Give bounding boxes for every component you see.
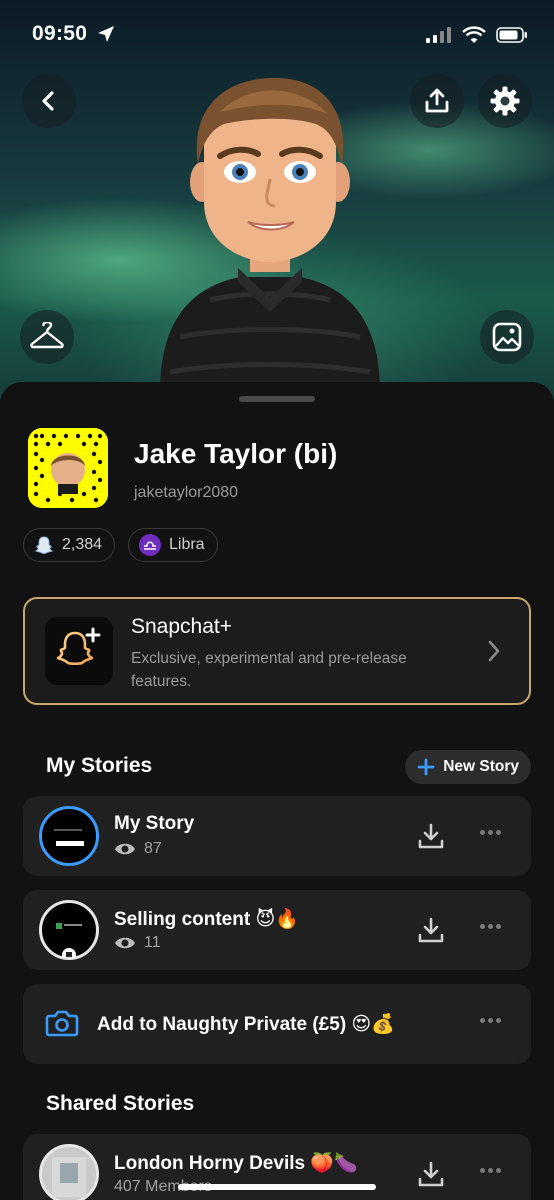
more-options-icon[interactable] <box>480 830 501 835</box>
battery-icon <box>496 27 527 43</box>
story-row-selling-content[interactable]: Selling content 😈🔥 11 <box>23 890 531 970</box>
ghost-icon <box>34 536 54 554</box>
location-arrow-icon <box>98 26 114 42</box>
share-button[interactable] <box>410 74 464 128</box>
shared-story-row[interactable]: London Horny Devils 🍑🍆 407 Members <box>23 1134 531 1200</box>
story-title: My Story <box>114 813 195 834</box>
shared-story-title: London Horny Devils 🍑🍆 <box>114 1153 358 1174</box>
add-private-story-row[interactable]: Add to Naughty Private (£5) 😍💰 <box>23 984 531 1064</box>
snapchat-plus-subtitle: Exclusive, experimental and pre-release … <box>131 650 407 690</box>
more-options-icon[interactable] <box>480 924 501 929</box>
camera-icon <box>45 1010 79 1037</box>
gear-icon <box>490 86 520 116</box>
story-thumbnail-image <box>54 829 84 846</box>
zodiac-pill[interactable]: Libra <box>128 528 218 562</box>
cellular-signal-icon <box>426 27 451 43</box>
eye-icon <box>115 937 135 949</box>
story-view-count: 11 <box>144 934 161 951</box>
profile-sheet: Jake Taylor (bi) jaketaylor2080 2,384 Li… <box>0 382 554 1200</box>
more-options-icon[interactable] <box>480 1018 501 1023</box>
add-private-label: Add to Naughty Private (£5) 😍💰 <box>97 1014 395 1035</box>
bitmoji-avatar <box>160 77 380 392</box>
upload-icon <box>425 88 449 113</box>
story-view-count: 87 <box>144 840 162 857</box>
zodiac-label: Libra <box>169 536 205 553</box>
download-icon[interactable] <box>417 916 445 944</box>
snapchat-plus-logo <box>45 617 113 685</box>
back-button[interactable] <box>22 74 76 128</box>
snapcode-pattern <box>28 428 108 508</box>
download-icon[interactable] <box>417 822 445 850</box>
new-story-button[interactable]: New Story <box>405 750 531 784</box>
shared-story-thumbnail-image <box>52 1157 86 1197</box>
wifi-icon <box>462 26 486 43</box>
more-options-icon[interactable] <box>480 1168 501 1173</box>
snapchat-plus-card[interactable]: Snapchat+ Exclusive, experimental and pr… <box>23 597 531 705</box>
username[interactable]: jaketaylor2080 <box>134 484 238 502</box>
story-thumbnail-image <box>56 923 82 962</box>
story-views: 11 <box>114 934 161 952</box>
outfit-button[interactable] <box>20 310 74 364</box>
status-time: 09:50 <box>32 22 88 45</box>
snap-score: 2,384 <box>62 536 103 553</box>
status-bar: 09:50 <box>0 18 554 52</box>
snapchat-plus-title: Snapchat+ <box>131 615 233 638</box>
ghost-plus-icon <box>56 627 101 666</box>
story-title: Selling content 😈🔥 <box>114 909 299 930</box>
new-story-label: New Story <box>443 758 519 775</box>
download-icon[interactable] <box>417 1160 445 1188</box>
chevron-left-icon <box>42 91 54 111</box>
image-icon <box>492 322 522 352</box>
background-button[interactable] <box>480 310 534 364</box>
shared-stories-heading: Shared Stories <box>46 1092 195 1115</box>
hanger-icon <box>30 322 64 349</box>
profile-header: 09:50 <box>0 0 554 400</box>
story-views: 87 <box>114 840 162 858</box>
snapcode[interactable] <box>28 428 108 508</box>
display-name: Jake Taylor (bi) <box>134 438 338 469</box>
story-thumbnail[interactable] <box>39 806 99 866</box>
snap-score-pill[interactable]: 2,384 <box>23 528 116 562</box>
story-row-my-story[interactable]: My Story 87 <box>23 796 531 876</box>
libra-icon <box>139 534 161 556</box>
settings-button[interactable] <box>478 74 532 128</box>
sheet-grabber[interactable] <box>239 396 315 402</box>
chevron-right-icon <box>488 640 500 662</box>
story-thumbnail[interactable] <box>39 900 99 962</box>
shared-story-thumbnail[interactable] <box>39 1144 99 1200</box>
home-indicator[interactable] <box>178 1184 376 1190</box>
plus-icon <box>417 758 435 776</box>
my-stories-heading: My Stories <box>46 754 153 777</box>
eye-icon <box>115 843 135 855</box>
